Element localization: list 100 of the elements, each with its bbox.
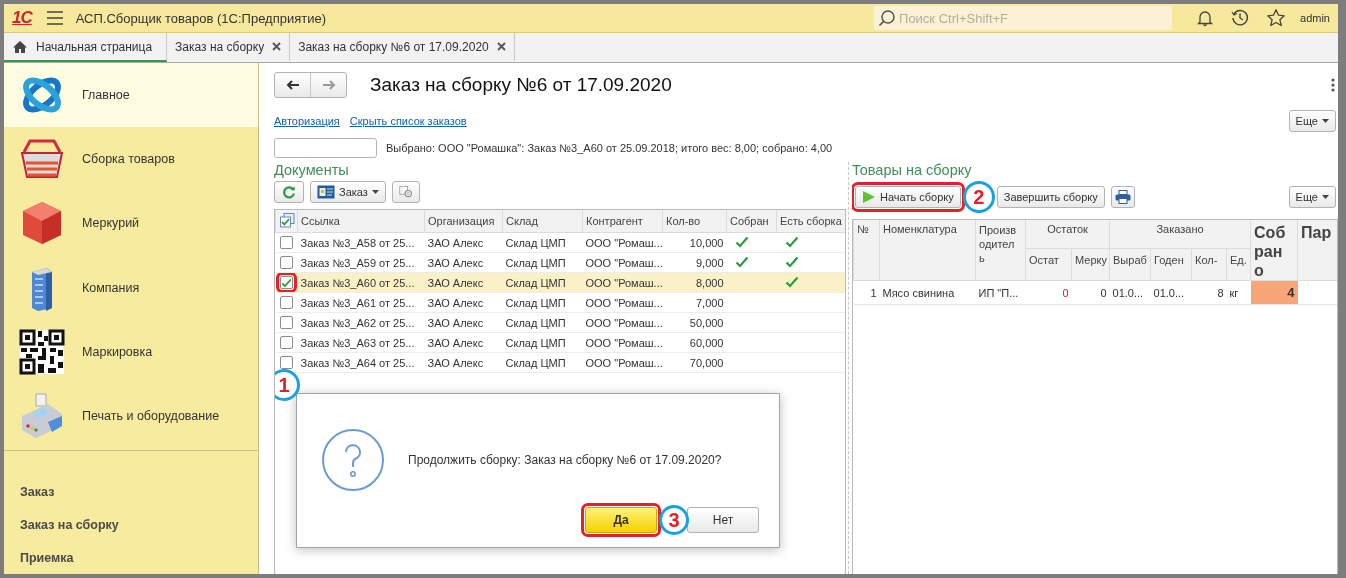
app-logo[interactable]: 1С [12,8,32,28]
user-name[interactable]: admin [1300,12,1330,24]
table-cell: Заказ №3_А58 от 25... [297,232,425,253]
caret-icon [1322,119,1329,123]
table-cell: 10,000 [662,232,727,253]
column-header[interactable]: Склад [502,210,583,233]
bell-icon[interactable] [1196,9,1215,27]
history-icon[interactable] [1230,8,1251,28]
table-row[interactable]: Заказ №3_А58 от 25... ЗАО Алекс Склад ЦМП ООО "Ромаш... 10,000 [275,232,845,253]
sidebar-link[interactable]: Заказ на сборку [4,508,258,542]
column-header[interactable]: Номенклатура [879,220,976,281]
table-row[interactable]: Заказ №3_А60 от 25... ЗАО Алекс Склад ЦМП ООО "Ромаш... 8,000 [275,272,845,293]
tab[interactable]: Заказ на сборку №6 от 17.09.2020 [290,33,515,62]
order-button[interactable]: Заказ [310,181,386,203]
sidebar-link[interactable]: Приемка [4,541,258,574]
caret-icon [1322,195,1329,199]
sidebar-item[interactable]: Сборка товаров [4,127,258,192]
checkbox[interactable] [279,296,293,310]
column-header[interactable]: Собран [726,210,777,233]
table-cell: 0 [1071,280,1110,305]
dialog-button[interactable]: Нет [687,507,759,533]
tab[interactable]: Заказ на сборку [167,33,291,62]
column-header[interactable]: Собрано [1250,220,1298,281]
section-heading: Документы [274,162,350,178]
checkbox[interactable] [279,316,293,330]
sidebar-item[interactable]: Печать и оборудование [4,383,258,449]
printer-icon [1114,190,1131,204]
table-cell: Склад ЦМП [502,232,583,253]
check-icon [734,235,749,248]
table-row[interactable]: Заказ №3_А64 от 25... ЗАО Алекс Склад ЦМП ООО "Ромаш... 70,000 [275,352,845,373]
search-field[interactable]: Поиск Ctrl+Shift+F [874,6,1173,30]
table-cell: Мясо свинина [879,280,976,305]
menu-icon[interactable] [45,11,64,25]
table-cell: 1 [853,280,880,305]
checkbox[interactable] [279,256,293,270]
table-cell: ООО "Ромаш... [582,292,663,313]
print-button[interactable] [1110,186,1135,208]
step-number-badge: 1 [275,369,300,401]
table-row[interactable]: Заказ №3_А63 от 25... ЗАО Алекс Склад ЦМП ООО "Ромаш... 60,000 [275,332,845,353]
sidebar-item[interactable]: Маркировка [4,319,258,384]
more-icon[interactable] [1331,78,1335,92]
table-cell: 7,000 [662,292,727,313]
table-cell: 9,000 [662,252,727,273]
column-header[interactable]: Организация [424,210,503,233]
checkbox[interactable] [279,236,293,250]
link[interactable]: Скрыть список заказов [349,115,467,127]
table-cell: ЗАО Алекс [424,312,503,333]
table-cell: Склад ЦМП [502,352,583,373]
star-icon[interactable] [1266,8,1287,28]
finish-button[interactable]: Завершить сборку [996,186,1105,208]
table-row[interactable]: Заказ №3_А61 от 25... ЗАО Алекс Склад ЦМП ООО "Ромаш... 7,000 [275,292,845,313]
column-header[interactable]: Пар [1297,220,1337,281]
refresh-button[interactable] [274,181,304,203]
table-cell: 0 [1025,280,1072,305]
check-icon [784,235,799,248]
close-icon[interactable] [272,42,282,51]
more-button[interactable]: Еще [1288,186,1336,208]
column-header[interactable]: Кол-во [662,210,727,233]
table-cell: Склад ЦМП [502,252,583,273]
section-heading: Товары на сборку [852,162,973,178]
column-header[interactable]: Ссылка [297,210,425,233]
table-row[interactable]: Заказ №3_А59 от 25... ЗАО Алекс Склад ЦМП ООО "Ромаш... 9,000 [275,252,845,273]
table-cell: ЗАО Алекс [424,352,503,373]
column-header[interactable]: Производитель [975,220,1026,281]
dialog-message: Продолжить сборку: Заказ на сборку №6 от 17.09.2020? [408,453,722,467]
sidebar-item[interactable]: Главное [4,63,258,128]
link[interactable]: Авторизация [274,115,340,127]
table-cell: 50,000 [662,312,727,333]
column-header[interactable]: Заказано [1109,220,1251,249]
table-cell: 01.0... [1109,280,1151,305]
check-icon [280,276,292,289]
column-header[interactable]: Есть сборка [776,210,845,233]
sidebar-item[interactable]: Меркурий [4,191,258,256]
table-cell: Склад ЦМП [502,292,583,313]
column-header[interactable]: № [853,220,880,281]
sidebar-item[interactable]: Компания [4,255,258,320]
more-button[interactable]: Еще [1288,110,1336,132]
table-cell: ЗАО Алекс [424,292,503,313]
home-icon [12,39,28,54]
table-cell: Заказ №3_А64 от 25... [297,352,425,373]
settings-button[interactable] [391,181,420,203]
form-title: Заказ на сборку №6 от 17.09.2020 [370,74,672,96]
column-header[interactable]: Контрагент [582,210,663,233]
table-cell: ООО "Ромаш... [582,352,663,373]
selection-summary: Выбрано: ООО "Ромашка": Заказ №3_А60 от 25.09.2018; итого вес: 8,00; собрано: 4,00 [386,142,833,154]
column-header[interactable]: Остаток [1025,220,1110,249]
checkbox[interactable] [279,356,293,370]
input-field[interactable] [274,138,377,158]
search-icon [878,9,897,27]
column-header[interactable]: Остат [1025,248,1072,281]
table-cell: Заказ №3_А63 от 25... [297,332,425,353]
right-arrow-icon [321,80,336,90]
check-all-icon[interactable] [280,212,295,228]
document-icon [317,185,335,199]
checkbox[interactable] [279,336,293,350]
table-cell: 01.0... [1150,280,1192,305]
table-cell: 8 [1191,280,1227,305]
close-icon[interactable] [496,42,506,51]
sidebar-link[interactable]: Заказ [4,475,258,509]
table-row[interactable]: Заказ №3_А62 от 25... ЗАО Алекс Склад ЦМП ООО "Ромаш... 50,000 [275,312,845,333]
